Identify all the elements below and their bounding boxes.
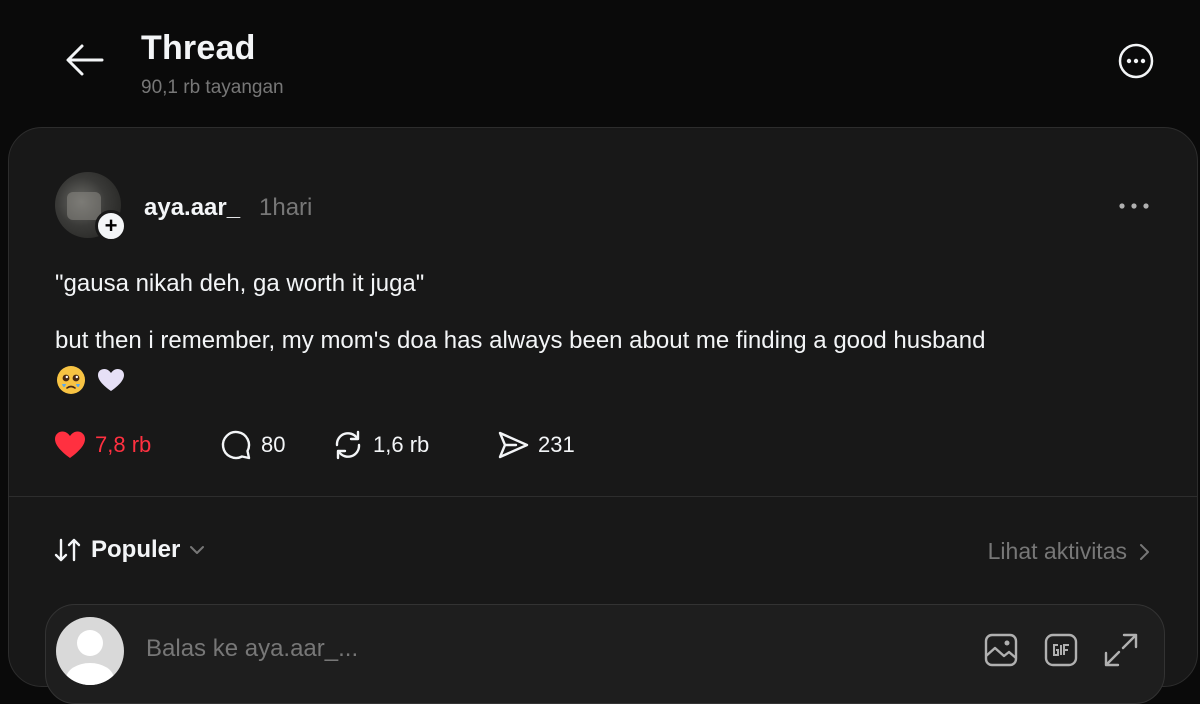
reply-button[interactable]: 80 bbox=[219, 425, 285, 465]
sort-dropdown[interactable]: Populer bbox=[53, 536, 206, 564]
activity-label: Lihat aktivitas bbox=[987, 538, 1127, 564]
post-timestamp: 1hari bbox=[259, 194, 313, 221]
send-icon bbox=[498, 431, 529, 459]
chevron-down-icon bbox=[190, 546, 205, 554]
view-count: 90,1 rb tayangan bbox=[141, 77, 284, 98]
chevron-right-icon bbox=[1140, 543, 1149, 560]
repost-button[interactable]: 1,6 rb bbox=[331, 425, 429, 465]
reply-input[interactable] bbox=[146, 631, 746, 667]
thread-header: Thread 90,1 rb tayangan bbox=[0, 0, 1200, 128]
like-count: 7,8 rb bbox=[95, 432, 152, 457]
expand-icon[interactable] bbox=[1102, 631, 1140, 669]
page-title: Thread bbox=[141, 29, 256, 67]
teary-face-emoji-icon bbox=[57, 366, 85, 394]
sort-arrows-icon bbox=[54, 538, 81, 562]
post-text-line-2: but then i remember, my mom's doa has al… bbox=[55, 327, 986, 354]
follow-plus-icon[interactable]: + bbox=[95, 210, 127, 242]
divider bbox=[9, 496, 1197, 497]
share-button[interactable]: 231 bbox=[496, 425, 575, 465]
like-button[interactable]: 7,8 rb bbox=[53, 425, 151, 465]
gif-icon[interactable] bbox=[1042, 631, 1080, 669]
thread-post-card: + aya.aar_ 1hari "gausa nikah deh, ga wo… bbox=[8, 127, 1198, 704]
post-text-line-1: "gausa nikah deh, ga worth it juga" bbox=[55, 270, 425, 297]
post-username[interactable]: aya.aar_ bbox=[144, 194, 240, 222]
image-attach-icon[interactable] bbox=[982, 631, 1020, 669]
more-options-icon[interactable] bbox=[1117, 42, 1155, 80]
post-more-icon[interactable] bbox=[1114, 194, 1154, 218]
view-activity-link[interactable]: Lihat aktivitas bbox=[988, 538, 1151, 565]
reply-composer bbox=[45, 604, 1165, 704]
repost-count: 1,6 rb bbox=[373, 432, 430, 457]
post-emojis bbox=[55, 364, 127, 396]
heart-icon bbox=[55, 431, 85, 458]
white-heart-emoji-icon bbox=[98, 369, 124, 391]
reply-count: 80 bbox=[261, 432, 286, 457]
share-count: 231 bbox=[538, 432, 575, 457]
sort-label: Populer bbox=[91, 536, 181, 563]
repost-icon bbox=[335, 430, 361, 460]
comment-icon bbox=[221, 430, 251, 460]
back-arrow-icon[interactable] bbox=[62, 40, 108, 80]
